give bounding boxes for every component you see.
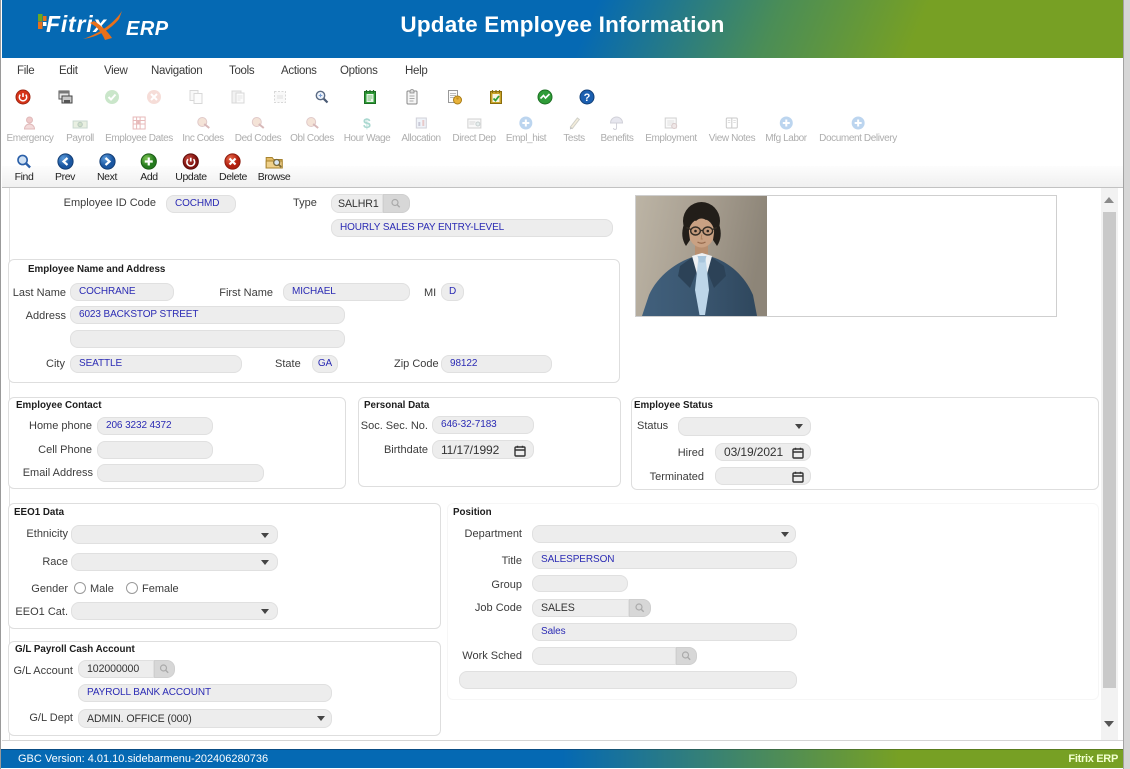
svg-text:$: $ bbox=[363, 115, 371, 131]
svg-text:?: ? bbox=[584, 92, 591, 104]
